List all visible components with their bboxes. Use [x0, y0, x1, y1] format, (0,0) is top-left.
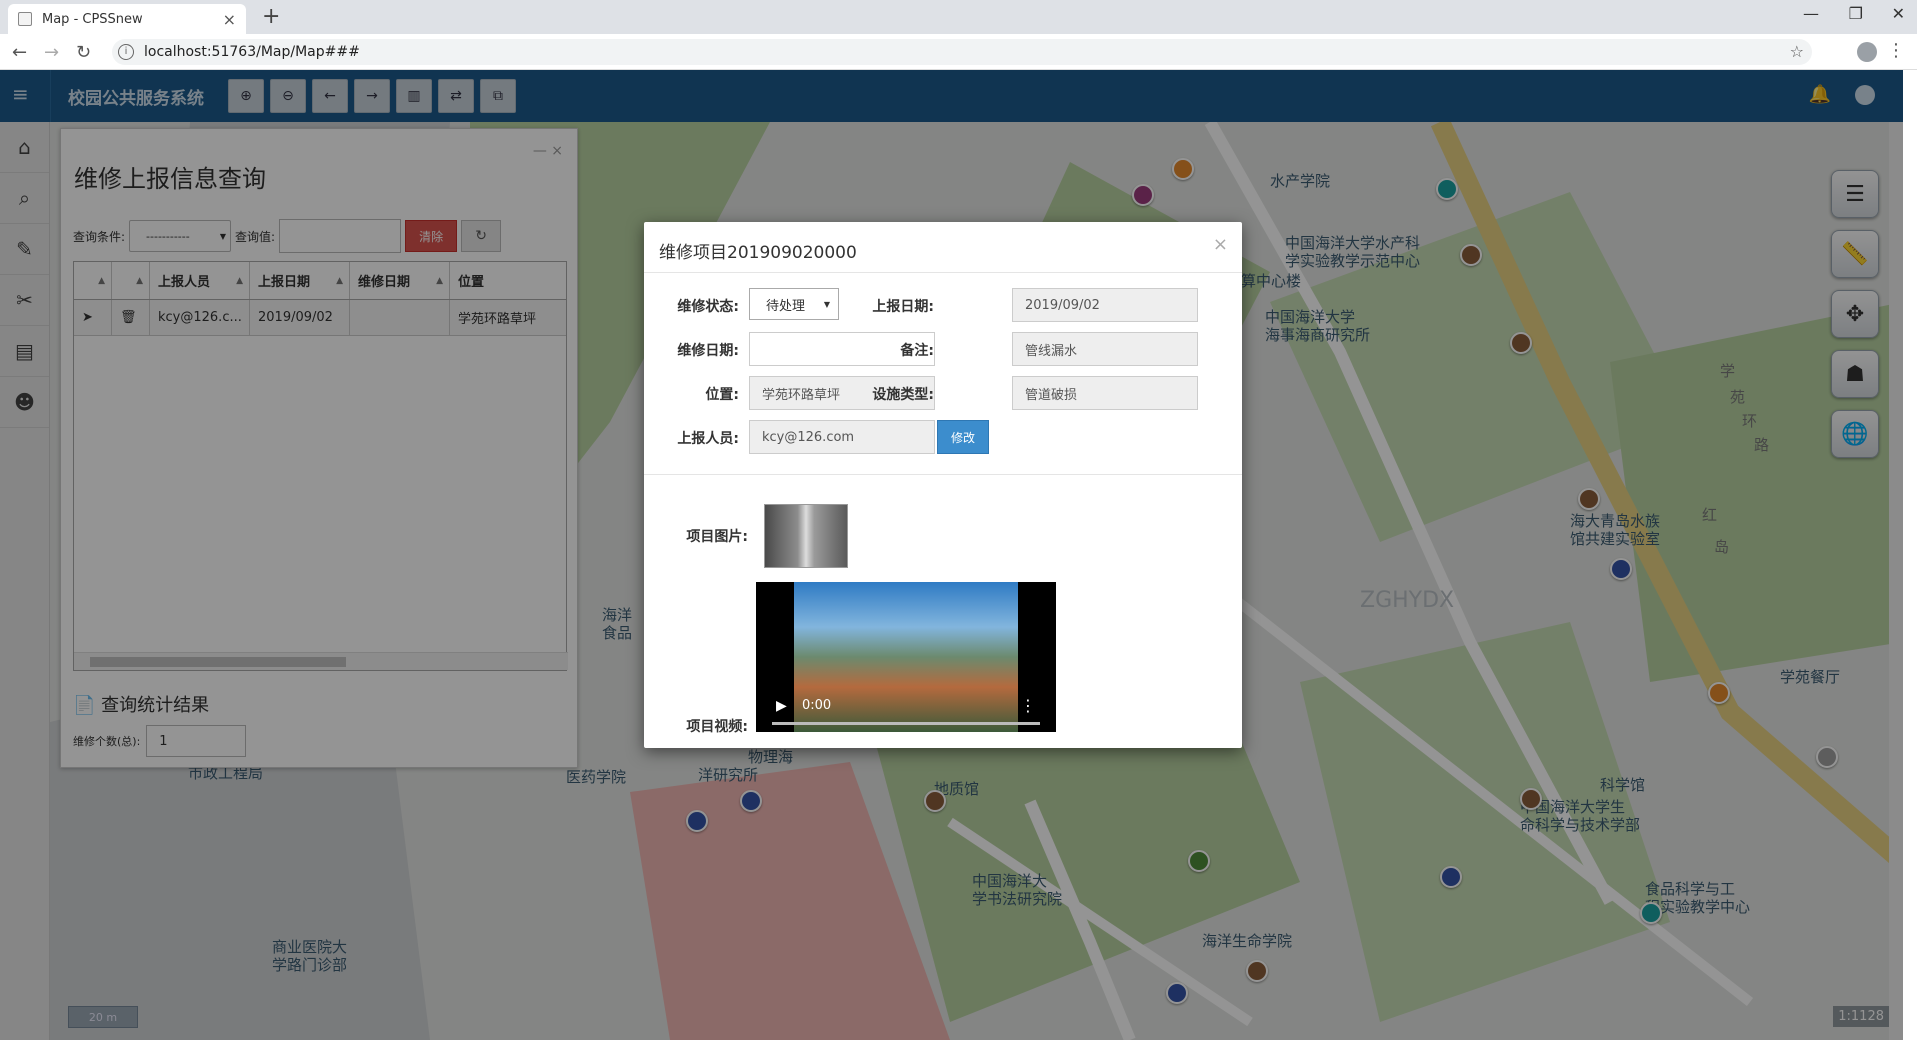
browser-menu-icon[interactable]: ⋮ — [1887, 40, 1905, 61]
page-icon — [18, 12, 32, 26]
video-progress-bar[interactable] — [772, 722, 1040, 725]
new-tab-icon[interactable]: + — [262, 4, 280, 29]
report-date-label: 上报日期: — [872, 299, 934, 315]
browser-tab[interactable]: Map - CPSSnew × — [8, 4, 246, 34]
url-field[interactable]: i localhost:51763/Map/Map### ☆ — [112, 39, 1812, 65]
location-label: 位置: — [705, 387, 739, 403]
facility-type-label: 设施类型: — [872, 387, 934, 403]
browser-tabbar: Map - CPSSnew × + — ❐ ✕ — [0, 0, 1917, 34]
edit-button[interactable]: 修改 — [937, 420, 989, 454]
project-video-player[interactable]: ▶ 0:00 ⋮ — [756, 582, 1056, 732]
address-bar: ← → ↻ i localhost:51763/Map/Map### ☆ ⋮ — [0, 34, 1917, 70]
tab-title: Map - CPSSnew — [42, 11, 143, 27]
back-icon[interactable]: ← — [12, 42, 27, 63]
repair-detail-modal: 维修项目201909020000 × 维修状态: 待处理 上报日期: 2019/… — [644, 222, 1242, 748]
facility-type-field[interactable]: 管道破损 — [1012, 376, 1198, 410]
remark-label: 备注: — [900, 343, 934, 359]
reload-icon[interactable]: ↻ — [76, 42, 91, 63]
status-label: 维修状态: — [677, 299, 739, 315]
status-select[interactable]: 待处理 — [749, 288, 839, 320]
remark-field[interactable]: 管线漏水 — [1012, 332, 1198, 366]
bookmark-star-icon[interactable]: ☆ — [1790, 42, 1804, 61]
restore-icon[interactable]: ❐ — [1849, 4, 1863, 23]
repair-date-label: 维修日期: — [677, 343, 739, 359]
info-icon[interactable]: i — [118, 44, 134, 60]
profile-icon[interactable] — [1857, 42, 1877, 62]
modal-divider-2 — [644, 474, 1242, 475]
video-time: 0:00 — [802, 698, 832, 713]
reporter-label: 上报人员: — [677, 431, 739, 447]
image-label: 项目图片: — [686, 529, 748, 545]
video-label: 项目视频: — [686, 719, 748, 735]
modal-close-icon[interactable]: × — [1213, 234, 1228, 255]
tab-close-icon[interactable]: × — [223, 10, 236, 29]
video-controls: ▶ 0:00 ⋮ — [756, 680, 1056, 732]
minimize-icon[interactable]: — — [1803, 4, 1819, 23]
modal-divider — [644, 272, 1242, 273]
forward-icon[interactable]: → — [44, 42, 59, 63]
video-menu-icon[interactable]: ⋮ — [1020, 696, 1036, 715]
modal-title: 维修项目201909020000 — [659, 243, 857, 263]
url-text: localhost:51763/Map/Map### — [144, 44, 360, 60]
reporter-field[interactable]: kcy@126.com — [749, 420, 935, 454]
project-image-thumbnail[interactable] — [764, 504, 848, 568]
report-date-field[interactable]: 2019/09/02 — [1012, 288, 1198, 322]
play-icon[interactable]: ▶ — [776, 698, 787, 714]
window-close-icon[interactable]: ✕ — [1892, 4, 1905, 23]
